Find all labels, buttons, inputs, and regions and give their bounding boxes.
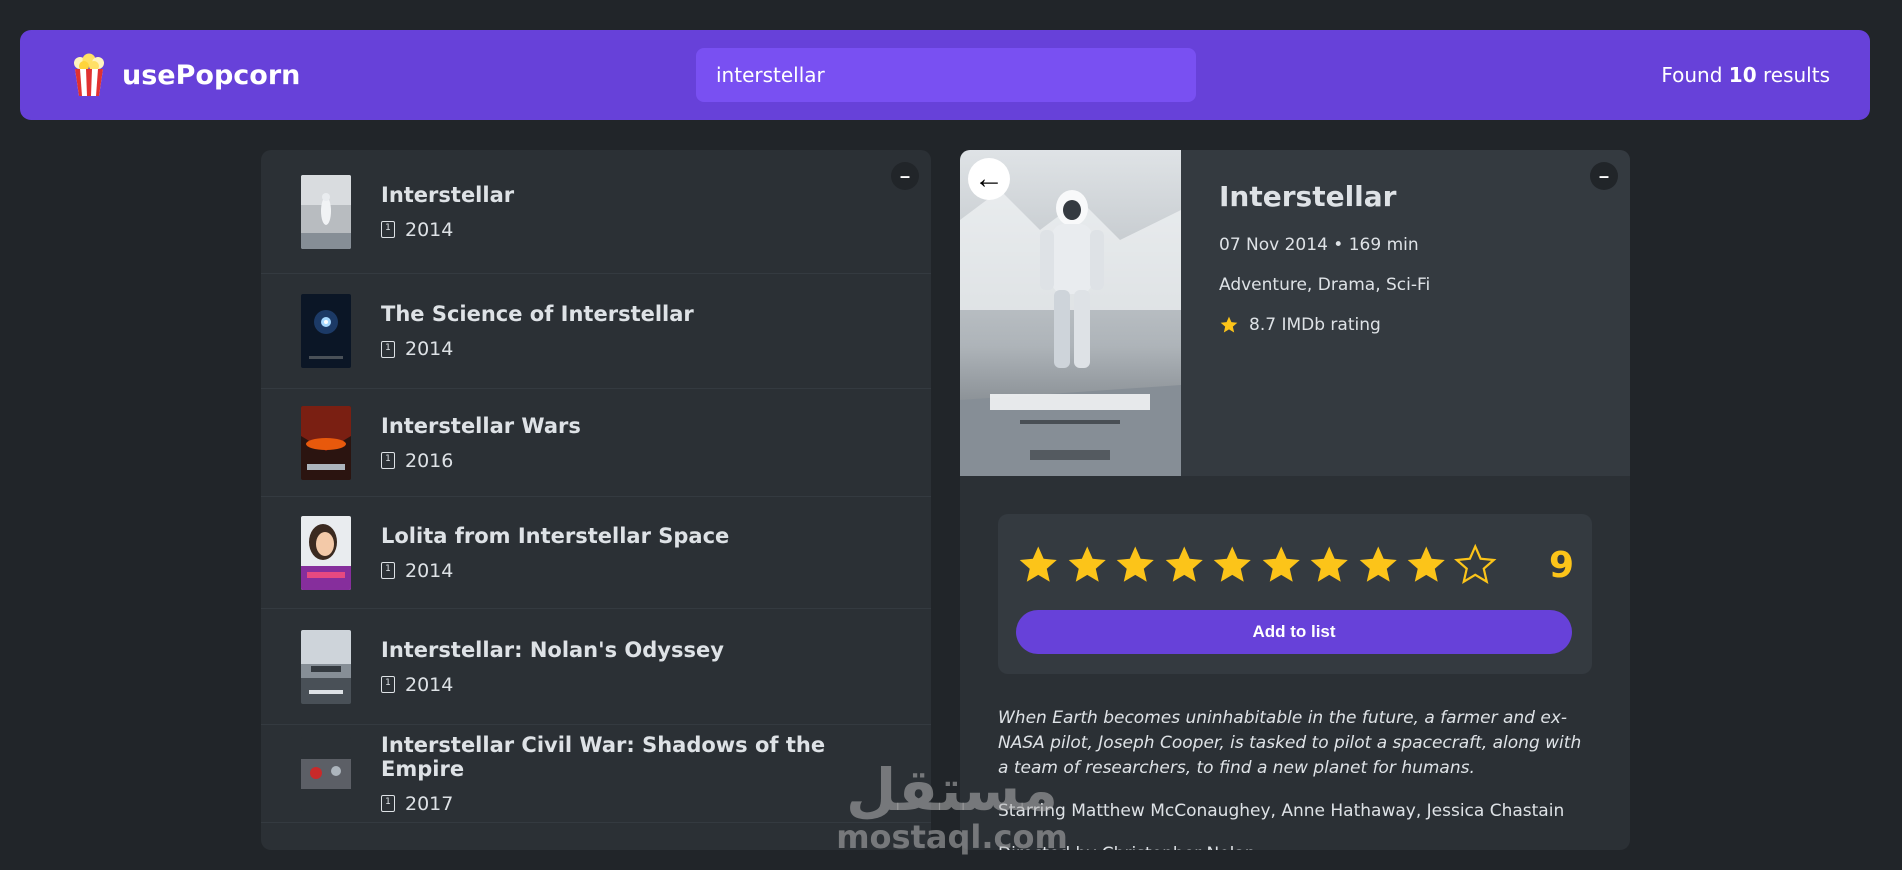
genre: Adventure, Drama, Sci-Fi (1219, 275, 1431, 295)
calendar-icon: 1 (381, 340, 395, 358)
rating-star-icon[interactable] (1453, 542, 1498, 588)
star-rating: 9 (1016, 542, 1574, 588)
movie-poster (301, 405, 351, 480)
movie-poster (301, 629, 351, 704)
details-toggle-button[interactable]: – (1590, 162, 1618, 190)
movie-title: Interstellar (381, 182, 515, 207)
popcorn-icon (74, 53, 104, 96)
movie-detail-title: Interstellar (1219, 180, 1397, 213)
movie-title: Interstellar Civil War: Shadows of the E… (381, 732, 826, 781)
rating-star-icon[interactable] (1404, 542, 1449, 588)
movie-list-item[interactable]: The Science of Interstellar 1 2014 (261, 274, 931, 389)
rating-star-icon[interactable] (1162, 542, 1207, 588)
movie-year: 2016 (405, 449, 454, 472)
movie-title: Lolita from Interstellar Space (381, 523, 730, 548)
rating-star-icon[interactable] (1016, 542, 1061, 588)
details-poster: ← (960, 150, 1181, 476)
movie-title: Interstellar: Nolan's Odyssey (381, 637, 724, 662)
movie-list-item[interactable]: Lolita from Interstellar Space 1 2014 (261, 497, 931, 609)
results-count: Found 10 results (1661, 63, 1830, 87)
movie-poster (301, 174, 351, 249)
release-runtime: 07 Nov 2014 • 169 min (1219, 235, 1419, 255)
details-header: ← Interstellar 07 Nov 2014 • 169 min Adv… (960, 150, 1630, 476)
movie-year: 2014 (405, 338, 454, 360)
calendar-icon: 1 (381, 795, 395, 812)
logo: usePopcorn (70, 53, 300, 97)
search-input[interactable] (696, 48, 1196, 102)
user-rating-value: 9 (1549, 544, 1575, 586)
movie-title: Interstellar Wars (381, 413, 581, 438)
add-to-list-button[interactable]: Add to list (1016, 610, 1572, 654)
movie-list-item[interactable]: Interstellar: Nolan's Odyssey 1 2014 (261, 609, 931, 725)
movie-list-item[interactable]: Interstellar Civil War: Shadows of the E… (261, 725, 931, 823)
movie-list-item[interactable]: Interstellar 1 2014 (261, 150, 931, 274)
movie-year: 2014 (405, 559, 454, 582)
list-toggle-button[interactable]: – (891, 162, 919, 190)
rating-star-icon[interactable] (1065, 542, 1110, 588)
rating-star-icon[interactable] (1307, 542, 1352, 588)
starring-text: Starring Matthew McConaughey, Anne Hatha… (998, 801, 1565, 821)
movie-year: 2014 (405, 218, 454, 241)
nav-bar: usePopcorn Found 10 results (20, 30, 1870, 120)
rating-star-icon[interactable] (1356, 542, 1401, 588)
rating-box: 9 Add to list (998, 514, 1592, 674)
plot-text: When Earth becomes uninhabitable in the … (998, 708, 1582, 778)
imdb-rating: 8.7 IMDb rating (1219, 315, 1430, 335)
star-icon (1220, 316, 1238, 333)
calendar-icon: 1 (381, 676, 395, 693)
rating-star-icon[interactable] (1113, 542, 1158, 588)
movie-details-box: – ← Interstellar 07 Nov 2014 • 169 min A… (960, 150, 1630, 850)
movie-poster (301, 736, 351, 811)
details-overview: Interstellar 07 Nov 2014 • 169 min Adven… (1181, 150, 1468, 476)
movie-year: 2017 (405, 792, 454, 815)
movie-list-item[interactable]: Interstellar Wars 1 2016 (261, 389, 931, 497)
app-title: usePopcorn (122, 59, 301, 91)
calendar-icon: 1 (381, 562, 395, 579)
movie-title: The Science of Interstellar (381, 302, 694, 326)
directed-text: Directed by Christopher Nolan (998, 842, 1592, 850)
movie-year: 2014 (405, 673, 454, 696)
rating-star-icon[interactable] (1259, 542, 1304, 588)
calendar-icon: 1 (381, 221, 395, 238)
calendar-icon: 1 (381, 452, 395, 469)
results-number: 10 (1728, 63, 1757, 87)
plot-section: When Earth becomes uninhabitable in the … (960, 674, 1630, 850)
movie-poster (301, 515, 351, 590)
movie-list-box: – Interstellar 1 2014 The Science of Int… (261, 150, 931, 850)
rating-star-icon[interactable] (1210, 542, 1255, 588)
back-button[interactable]: ← (968, 158, 1010, 200)
movie-poster (301, 294, 351, 368)
